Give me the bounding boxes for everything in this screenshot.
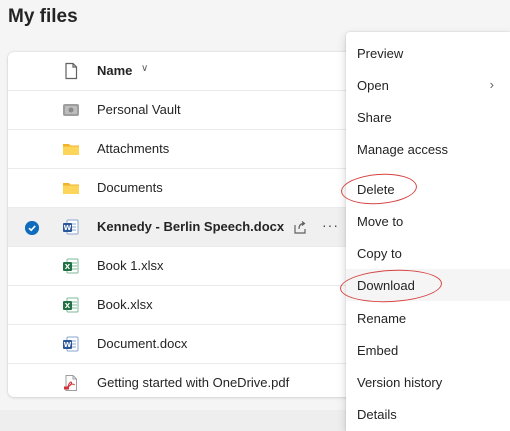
word-icon: W xyxy=(63,336,79,352)
svg-text:W: W xyxy=(64,224,72,232)
more-options-icon[interactable]: ··· xyxy=(322,217,339,233)
menu-item-delete[interactable]: Delete xyxy=(346,173,510,205)
menu-item-embed[interactable]: Embed xyxy=(346,334,510,366)
menu-item-label: Share xyxy=(357,110,392,125)
menu-item-manage-access[interactable]: Manage access xyxy=(346,133,510,165)
status-bar xyxy=(0,410,346,431)
share-icon[interactable] xyxy=(292,219,308,235)
file-name: Kennedy - Berlin Speech.docx xyxy=(97,219,285,234)
menu-item-label: Embed xyxy=(357,343,399,358)
menu-item-details[interactable]: Details xyxy=(346,398,510,430)
folder-icon xyxy=(63,183,79,194)
context-menu: Preview Open › Share Manage access Delet… xyxy=(346,32,510,431)
menu-item-label: Open xyxy=(357,78,389,93)
menu-item-label: Rename xyxy=(357,311,407,326)
menu-item-share[interactable]: Share xyxy=(346,101,510,133)
file-name: Document.docx xyxy=(97,336,188,351)
file-name: Book.xlsx xyxy=(97,297,153,312)
menu-item-label: Preview xyxy=(357,46,404,61)
menu-item-move-to[interactable]: Move to xyxy=(346,205,510,237)
file-name: Book 1.xlsx xyxy=(97,258,164,273)
menu-item-copy-to[interactable]: Copy to xyxy=(346,237,510,269)
menu-item-label: Details xyxy=(357,407,397,422)
excel-icon: X xyxy=(63,258,79,274)
svg-text:X: X xyxy=(65,302,71,310)
menu-item-label: Copy to xyxy=(357,246,402,261)
folder-icon xyxy=(63,144,79,155)
file-name: Personal Vault xyxy=(97,102,181,117)
menu-item-download[interactable]: Download xyxy=(346,269,510,301)
name-column-header[interactable]: Name xyxy=(97,63,132,78)
menu-item-label: Move to xyxy=(357,214,404,229)
pdf-icon xyxy=(64,375,77,391)
checkmark-icon[interactable] xyxy=(25,221,39,235)
page-title: My files xyxy=(8,6,78,27)
word-icon: W xyxy=(63,219,79,235)
file-name: Getting started with OneDrive.pdf xyxy=(97,375,290,390)
menu-item-label: Download xyxy=(357,278,415,293)
chevron-right-icon: › xyxy=(489,77,494,92)
menu-item-preview[interactable]: Preview xyxy=(346,37,510,69)
svg-text:W: W xyxy=(64,341,72,349)
chevron-down-icon[interactable]: ∨ xyxy=(141,63,148,74)
file-icon xyxy=(65,62,78,80)
menu-item-label: Delete xyxy=(357,182,395,197)
svg-text:X: X xyxy=(65,263,71,271)
vault-icon xyxy=(63,104,79,116)
file-name: Attachments xyxy=(97,141,170,156)
menu-item-open[interactable]: Open › xyxy=(346,69,510,101)
menu-item-label: Version history xyxy=(357,375,443,390)
menu-item-label: Manage access xyxy=(357,142,449,157)
menu-item-version-history[interactable]: Version history xyxy=(346,366,510,398)
file-name: Documents xyxy=(97,180,163,195)
menu-item-rename[interactable]: Rename xyxy=(346,302,510,334)
excel-icon: X xyxy=(63,297,79,313)
